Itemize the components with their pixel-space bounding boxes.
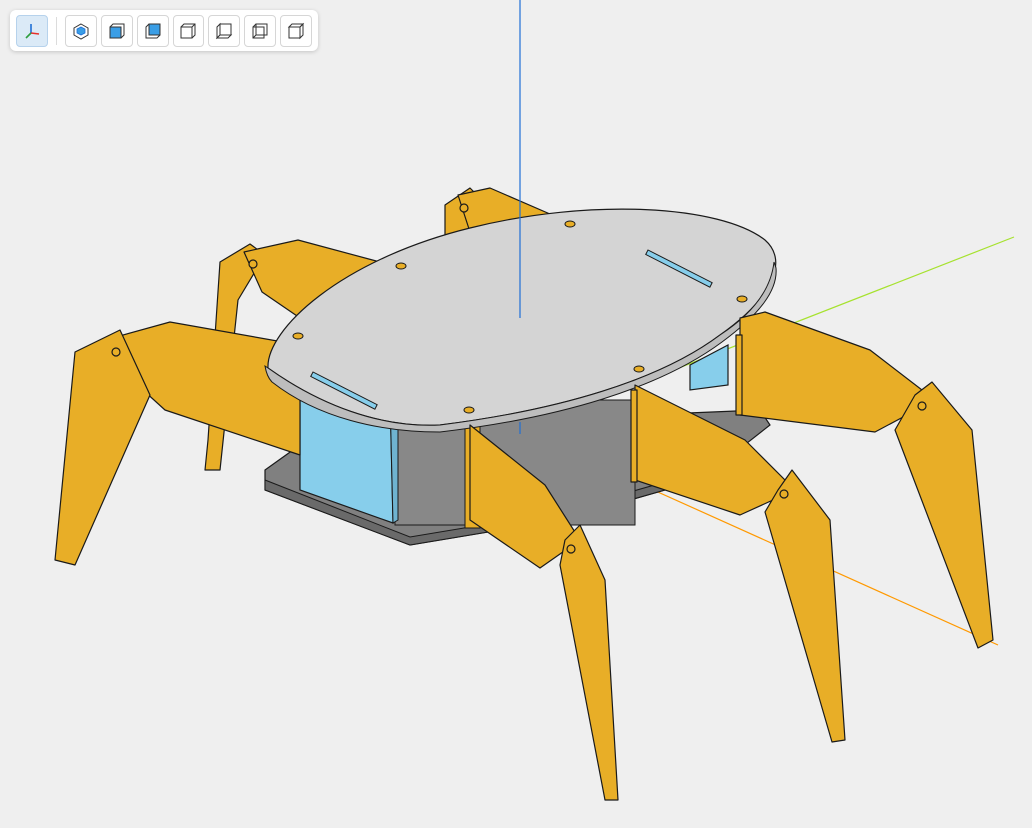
toolbar-separator (55, 16, 57, 45)
3d-viewport[interactable] (0, 0, 1032, 823)
view-front-button[interactable] (100, 14, 133, 47)
cube-top-face-icon (180, 23, 196, 38)
cube-bottom-face-icon (216, 22, 233, 39)
cube-front-face-icon (109, 23, 125, 38)
cube-right-face-icon (287, 22, 305, 39)
view-iso-button[interactable] (64, 14, 97, 47)
view-back-button[interactable] (136, 14, 169, 47)
cube-left-face-icon (252, 23, 268, 38)
leg-front-left (54, 321, 301, 566)
axes-icon (25, 23, 40, 39)
leg-front-right (630, 384, 846, 743)
view-left-button[interactable] (244, 14, 277, 47)
view-right-button[interactable] (280, 14, 312, 47)
axes-toggle-button[interactable] (16, 14, 48, 47)
iso-cube-icon (73, 22, 89, 40)
view-bottom-button[interactable] (208, 14, 241, 47)
view-toolbar (10, 10, 318, 51)
model-canvas (54, 0, 1015, 801)
view-top-button[interactable] (172, 14, 205, 47)
cube-back-face-icon (145, 23, 161, 38)
